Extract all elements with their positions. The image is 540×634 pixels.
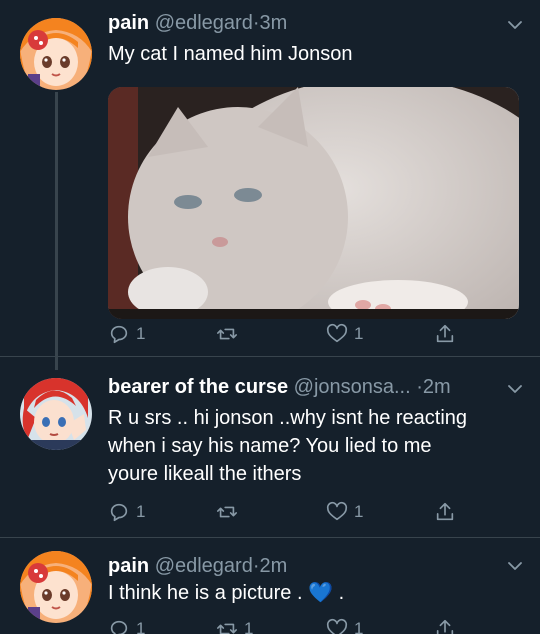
tweet-text-line: R u srs .. hi jonson ..why isnt he react… xyxy=(108,407,468,429)
user-handle[interactable]: @jonsonsa... xyxy=(294,376,411,398)
share-button[interactable] xyxy=(434,615,456,634)
tweet-divider xyxy=(0,537,540,538)
display-name[interactable]: bearer of the curse xyxy=(108,376,288,398)
reply-icon xyxy=(110,325,128,344)
tweet-text-main: I think he is a picture . xyxy=(108,582,303,604)
reply-icon xyxy=(110,503,128,522)
retweet-icon xyxy=(217,506,237,518)
reply-count: 1 xyxy=(136,502,146,521)
tweet-1[interactable]: pain @edlegard·3m My cat I named him Jon… xyxy=(0,10,540,355)
retweet-button[interactable] xyxy=(216,320,244,348)
timestamp[interactable]: 3m xyxy=(260,12,288,34)
share-button[interactable] xyxy=(434,320,456,348)
chevron-down-icon[interactable] xyxy=(506,557,524,575)
share-icon xyxy=(436,619,454,634)
avatar[interactable] xyxy=(20,551,92,623)
retweet-button[interactable]: 1 xyxy=(216,615,253,634)
reply-count: 1 xyxy=(136,324,146,343)
timestamp[interactable]: 2m xyxy=(423,376,451,398)
heart-icon xyxy=(326,501,348,521)
tweet-text-line: youre likeall the ithers xyxy=(108,463,302,485)
like-count: 1 xyxy=(354,324,364,343)
separator-dot: · xyxy=(252,555,260,577)
tweet-text-line: when i say his name? You lied to me xyxy=(108,435,432,457)
share-button[interactable] xyxy=(434,498,456,526)
avatar[interactable] xyxy=(20,378,92,450)
chevron-down-icon[interactable] xyxy=(506,16,524,34)
separator-dot: · xyxy=(416,376,423,398)
display-name[interactable]: pain xyxy=(108,12,149,34)
retweet-count: 1 xyxy=(244,619,254,634)
tweet-image[interactable] xyxy=(108,87,519,319)
blue-heart-emoji: 💙 xyxy=(308,582,334,604)
reply-button[interactable]: 1 xyxy=(108,320,145,348)
tweet-header: pain @edlegard·2m xyxy=(108,553,500,579)
tweet-actions: 1 1 1 xyxy=(108,615,468,634)
reply-button[interactable]: 1 xyxy=(108,498,145,526)
share-icon xyxy=(436,502,454,521)
tweet-header: bearer of the curse @jonsonsa... ·2m xyxy=(108,374,500,400)
tweet-text: My cat I named him Jonson xyxy=(108,43,353,65)
chevron-down-icon[interactable] xyxy=(506,380,524,398)
reply-count: 1 xyxy=(136,619,146,634)
reply-icon xyxy=(110,620,128,634)
tweet-text-tail: . xyxy=(338,582,345,604)
share-icon xyxy=(436,324,454,343)
like-button[interactable]: 1 xyxy=(326,498,363,526)
like-button[interactable]: 1 xyxy=(326,615,363,634)
retweet-button[interactable] xyxy=(216,498,244,526)
tweet-2[interactable]: bearer of the curse @jonsonsa... ·2m R u… xyxy=(0,374,540,524)
reply-button[interactable]: 1 xyxy=(108,615,145,634)
cat-photo xyxy=(108,87,519,319)
heart-icon xyxy=(326,618,348,634)
like-count: 1 xyxy=(354,502,364,521)
tweet-text: R u srs .. hi jonson ..why isnt he react… xyxy=(108,404,520,488)
tweet-actions: 1 1 xyxy=(108,498,468,526)
user-handle[interactable]: @edlegard xyxy=(155,12,253,34)
like-count: 1 xyxy=(354,619,364,634)
tweet-header: pain @edlegard·3m xyxy=(108,10,500,36)
separator-dot: · xyxy=(252,12,260,34)
tweet-text: I think he is a picture . 💙 . xyxy=(108,579,520,607)
retweet-icon xyxy=(217,328,237,340)
heart-icon xyxy=(326,323,348,343)
tweet-divider xyxy=(0,356,540,357)
timestamp[interactable]: 2m xyxy=(260,555,288,577)
tweet-actions: 1 1 xyxy=(108,320,468,348)
user-handle[interactable]: @edlegard xyxy=(155,555,253,577)
avatar[interactable] xyxy=(20,18,92,90)
display-name[interactable]: pain xyxy=(108,555,149,577)
retweet-icon xyxy=(217,623,237,634)
like-button[interactable]: 1 xyxy=(326,320,363,348)
tweet-3[interactable]: pain @edlegard·2m I think he is a pictur… xyxy=(0,551,540,634)
